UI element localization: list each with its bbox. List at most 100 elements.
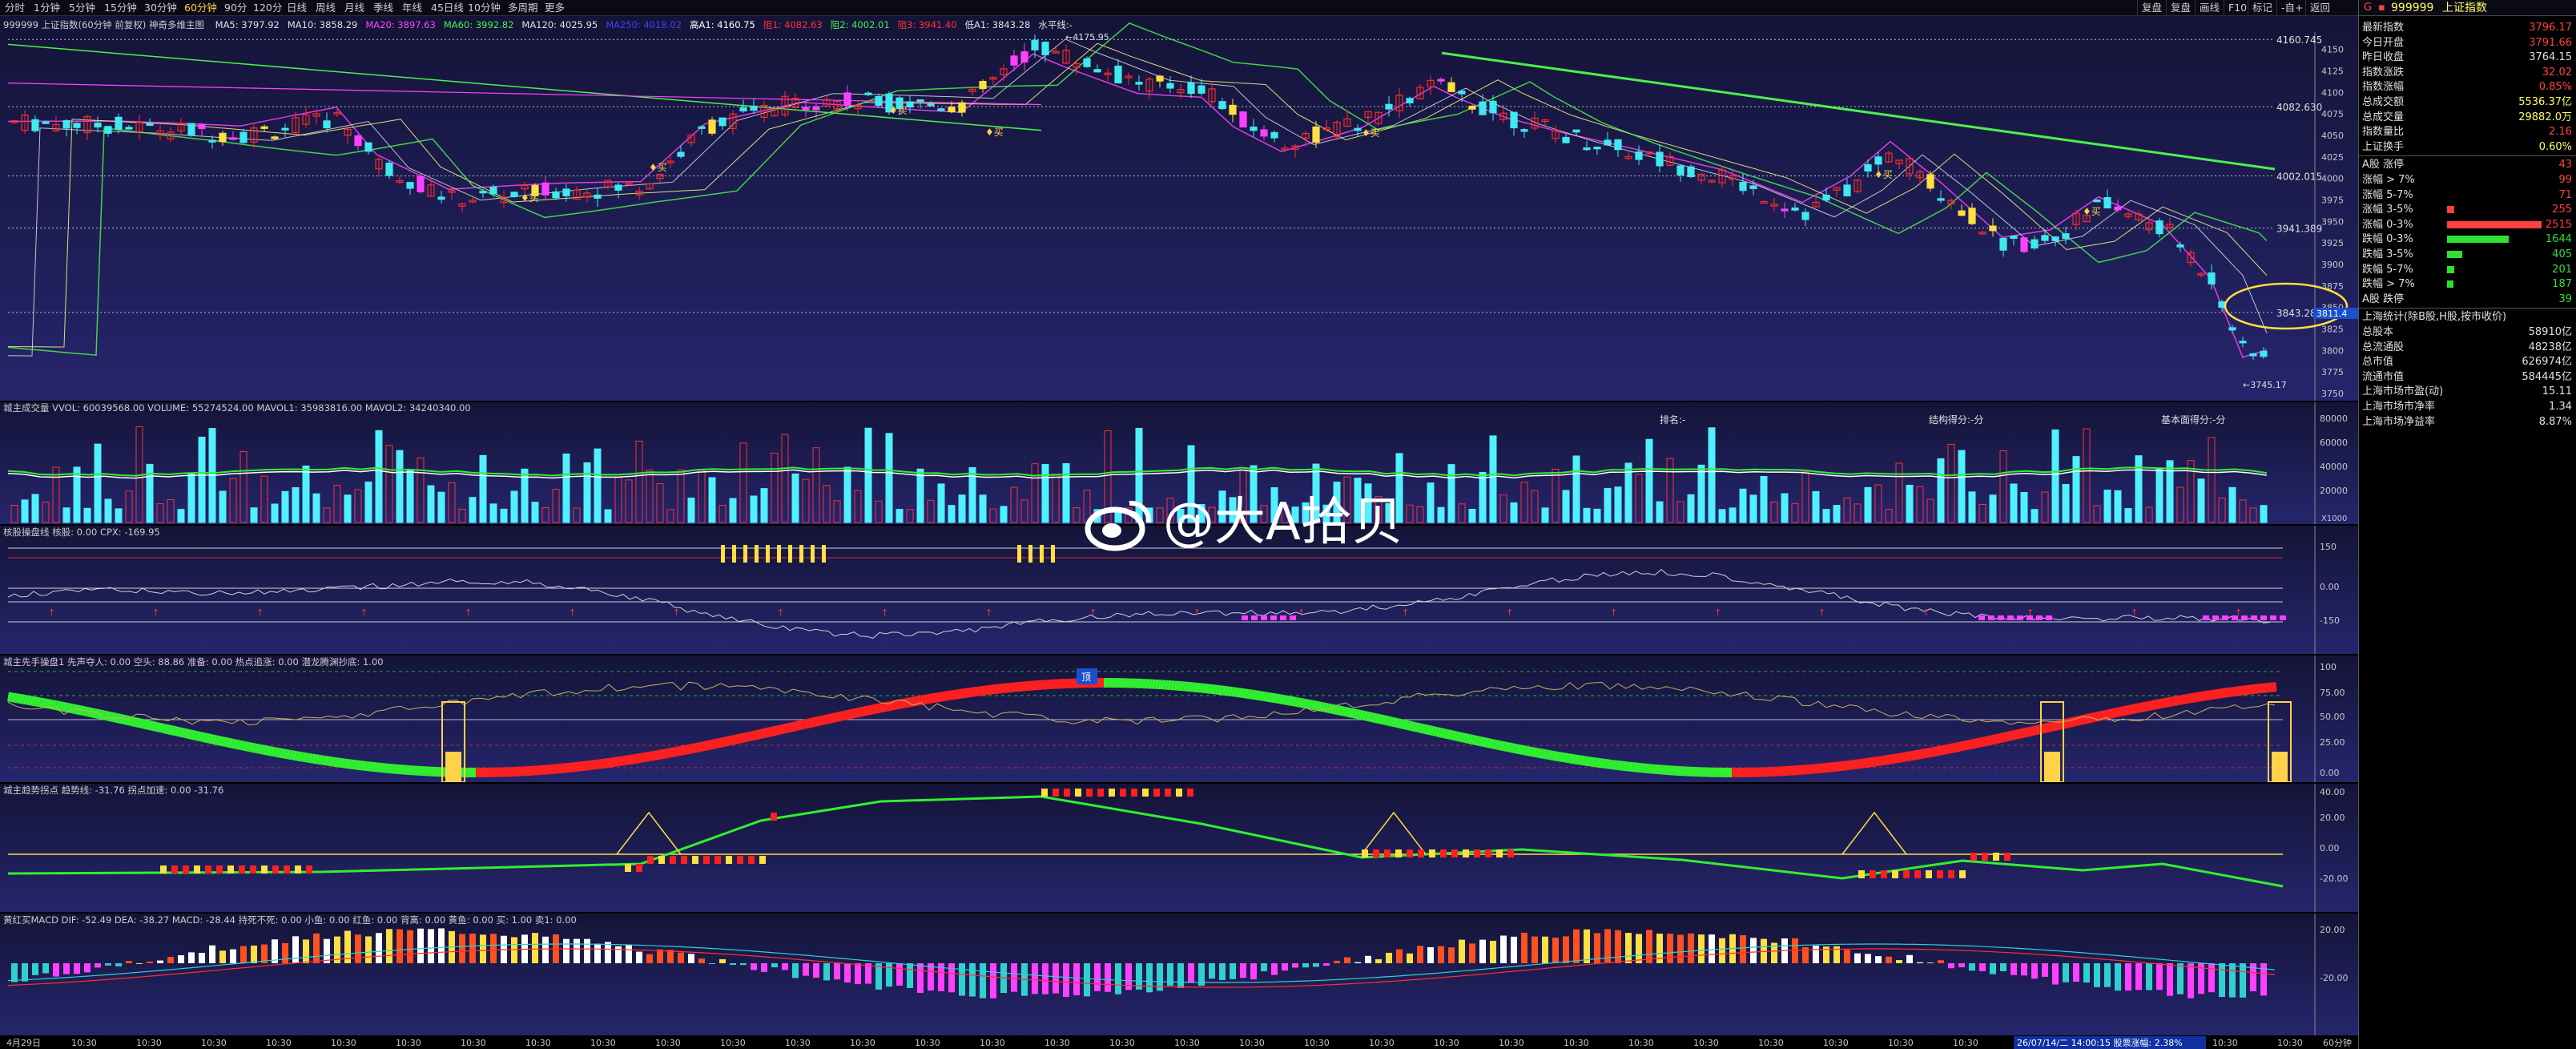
hand-ribbon (1548, 750, 1554, 761)
hand-ribbon (2166, 696, 2172, 708)
hand-ribbon (788, 722, 795, 732)
volume-bar (2051, 429, 2059, 523)
hand-chart[interactable]: 100 75.00 50.00 25.00 0.00 顶 (0, 656, 2358, 782)
hand-ribbon (2176, 695, 2182, 706)
buy-marker: ♦买 (1874, 169, 1893, 180)
macd-bar (1261, 963, 1267, 972)
candle-body (187, 123, 195, 136)
period-tab[interactable]: 周线 (316, 2, 336, 14)
cpx-magenta-bar (2046, 615, 2052, 620)
info-label: 基本面得分:-分 (2161, 414, 2225, 426)
period-tab[interactable]: 15分钟 (104, 2, 137, 14)
hand-ribbon (2073, 716, 2079, 727)
quote-code: 999999 (2391, 2, 2434, 14)
candle-body (239, 131, 248, 143)
hand-ribbon (1522, 745, 1528, 756)
volume-bar (1010, 486, 1018, 523)
toolbar-button[interactable]: 标记 (2248, 0, 2276, 16)
macd-bar (1854, 953, 1861, 963)
toolbar-button[interactable]: 复盘 (2137, 0, 2166, 16)
macd-bar (1271, 963, 1278, 975)
period-tab[interactable]: 90分 (224, 2, 247, 14)
hand-ribbon (2143, 701, 2150, 712)
trading-terminal: 分时 1分钟 5分钟 15分钟 30分钟 60分钟 90分 120分 日线 周线 月线 季线 年线 45日… (0, 0, 2576, 1049)
macd-bar (365, 936, 372, 963)
breadth-bar (2447, 251, 2462, 258)
toolbar-button[interactable]: F10 (2224, 0, 2251, 16)
macd-bar (542, 936, 549, 963)
hand-ribbon (1859, 758, 1864, 769)
volume-bar (833, 500, 841, 523)
period-tab[interactable]: 年线 (402, 2, 422, 14)
quote-row: 昨日收盘 3764.15 (2362, 50, 2572, 64)
period-tab[interactable]: 日线 (287, 2, 307, 14)
hand-ribbon (811, 716, 817, 728)
volume-bar (687, 497, 695, 523)
volume-bar (1801, 471, 1809, 523)
cpx-yellow-bar (732, 545, 736, 563)
toolbar-button[interactable]: 返回 (2305, 0, 2334, 16)
hand-ribbon (1557, 752, 1564, 762)
macd-bar (428, 929, 434, 963)
period-tab[interactable]: 120分 (253, 2, 282, 14)
hand-ribbon (2240, 685, 2245, 696)
trend-marker (1926, 870, 1932, 878)
hand-spike-fill (2272, 752, 2288, 782)
candle-body (1385, 103, 1393, 110)
trend-chart[interactable]: 40.00 20.00 0.00 -20.00 (0, 784, 2358, 912)
volume-bar (469, 497, 477, 523)
level-label: 4002.015 (2276, 171, 2322, 183)
volume-bar (323, 507, 331, 523)
macd-bar (2146, 963, 2152, 990)
macd-bar (740, 963, 747, 966)
period-tab[interactable]: 10分钟 (468, 2, 501, 14)
macd-bar (459, 934, 465, 963)
macd-bar (1677, 934, 1684, 963)
main-kline-panel[interactable]: 999999 上证指数(60分钟 前复权) 神奇多维主图 MA5: 3797.9… (0, 16, 2358, 401)
grid-icon[interactable]: G (2364, 2, 2372, 14)
toolbar-button[interactable]: 画线 (2195, 0, 2224, 16)
hand-ribbon (1512, 743, 1519, 754)
macd-chart[interactable]: 20.00 -20.00 (0, 914, 2358, 1035)
breadth-row: A股 涨停 43 (2362, 158, 2572, 171)
hand-ribbon (128, 716, 135, 727)
volume-bar (364, 481, 372, 523)
time-label: 10:30 (1369, 1038, 1395, 1048)
quote-label: 指数量比 (2362, 126, 2405, 139)
period-tab[interactable]: 月线 (344, 2, 364, 14)
trend-marker (1881, 870, 1887, 878)
macd-bar (594, 943, 601, 963)
period-tab[interactable]: 多周期 (508, 2, 538, 14)
volume-bar (94, 443, 102, 523)
hand-panel[interactable]: 城主先手操盘1 先声夺人: 0.00 空头: 88.86 准备: 0.00 热点… (0, 656, 2358, 782)
toolbar-button[interactable]: -自+ (2276, 0, 2307, 16)
volume-bar (1531, 490, 1539, 523)
breadth-value: 255 (2552, 204, 2572, 216)
period-tab[interactable]: 1分钟 (34, 2, 60, 14)
hand-ribbon (1885, 754, 1890, 765)
volume-bar (2187, 460, 2195, 523)
hand-ribbon (1496, 740, 1503, 751)
macd-bar (1688, 933, 1694, 963)
cpx-up-arrow: ↑ (1193, 607, 1201, 618)
kline-chart[interactable]: 4150 4125 4100 4075 4050 4025 4000 3975 3950 3925… (0, 16, 2358, 401)
macd-bar (532, 933, 538, 963)
trend-marker (306, 865, 312, 873)
macd-bar (1073, 963, 1080, 995)
volume-bar (1926, 498, 1934, 523)
hand-ribbon (916, 695, 923, 706)
period-tab[interactable]: 30分钟 (144, 2, 177, 14)
trend-tick: 0.00 (2320, 843, 2340, 853)
period-tab[interactable]: 分时 (5, 2, 25, 14)
period-tab[interactable]: 5分钟 (69, 2, 95, 14)
candle-body (1114, 65, 1122, 84)
macd-panel[interactable]: 黄红买MACD DIF: -52.49 DEA: -38.27 MACD: -2… (0, 914, 2358, 1035)
period-tab[interactable]: 更多 (545, 2, 565, 14)
toolbar-button[interactable]: 复盘 (2166, 0, 2195, 16)
period-tab[interactable]: 45日线 (431, 2, 464, 14)
hand-ribbon (702, 740, 708, 752)
period-tab[interactable]: 季线 (373, 2, 393, 14)
period-tab[interactable]: 60分钟 (184, 2, 217, 14)
hand-ribbon (131, 716, 138, 728)
trend-panel[interactable]: 城主趋势拐点 趋势线: -31.76 拐点加速: 0.00 -31.76 40.… (0, 784, 2358, 912)
